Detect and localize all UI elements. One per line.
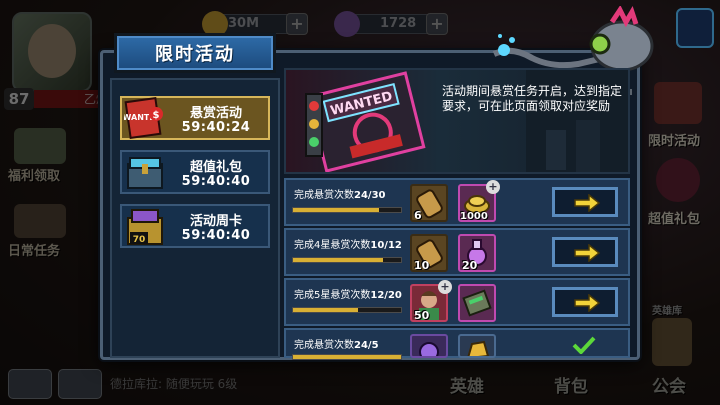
- reward-slot[interactable]: [458, 284, 496, 322]
- task-progress-bar: [292, 257, 402, 263]
- gold-ore-icon: [467, 340, 490, 356]
- task-progress-bar: [292, 307, 402, 313]
- task-row: 完成5星悬赏次数12/20 50 +: [284, 278, 630, 326]
- tab-value-pack[interactable]: 超值礼包 59:40:40: [120, 150, 270, 194]
- event-description: 活动期间悬赏任务开启，达到指定要求，可在此页面领取对应奖励: [442, 84, 623, 113]
- modal-title: 限时活动: [155, 44, 235, 65]
- arrow-right-icon: [574, 194, 601, 212]
- modal-title-tab: 限时活动: [114, 33, 276, 73]
- reward-slot[interactable]: 10: [410, 234, 448, 272]
- go-button[interactable]: [552, 287, 618, 317]
- completed-check-icon: [572, 336, 596, 354]
- reward-slot[interactable]: 20: [458, 234, 496, 272]
- tab-weekly-card[interactable]: 70 活动周卡 59:40:40: [120, 204, 270, 248]
- go-button[interactable]: [552, 187, 618, 217]
- tab-bounty-event[interactable]: WANTED $ 悬赏活动 59:40:24: [120, 96, 270, 140]
- gift-chest-icon: [127, 157, 163, 189]
- tab-weekly-card-name: 活动周卡: [189, 214, 242, 229]
- task-progress-fill: [293, 355, 401, 359]
- task-progress-bar: [292, 354, 402, 360]
- tab-value-pack-timer: 59:40:40: [181, 174, 251, 189]
- reward-slot[interactable]: 1000 +: [458, 180, 500, 222]
- wanted-poster-icon: WANTED $: [124, 96, 163, 140]
- svg-text:70: 70: [133, 235, 146, 245]
- tab-bounty-timer: 59:40:24: [181, 120, 251, 135]
- supply-crate-icon: [462, 289, 492, 317]
- task-progress-bar: [292, 207, 402, 213]
- tab-bounty-name: 悬赏活动: [189, 106, 242, 121]
- task-progress-fill: [293, 208, 380, 212]
- reward-slot[interactable]: [410, 334, 448, 358]
- task-title: 完成4星悬赏次数10/12: [294, 240, 402, 251]
- svg-text:$: $: [153, 110, 160, 121]
- reward-slot[interactable]: 50 +: [410, 280, 452, 322]
- task-row: 完成4星悬赏次数10/12 10 20: [284, 228, 630, 276]
- tab-weekly-card-timer: 59:40:40: [181, 228, 251, 243]
- task-title: 完成悬赏次数24/5: [294, 340, 379, 351]
- arrow-right-icon: [574, 294, 601, 312]
- reward-slot[interactable]: [458, 334, 496, 358]
- weekly-card-chest-icon: 70: [127, 209, 163, 245]
- tab-value-pack-name: 超值礼包: [189, 160, 242, 175]
- task-progress-fill: [293, 258, 383, 262]
- arrow-right-icon: [574, 244, 601, 262]
- task-title: 完成5星悬赏次数12/20: [294, 290, 402, 301]
- reward-slot[interactable]: 6: [410, 184, 448, 222]
- go-button[interactable]: [552, 237, 618, 267]
- info-plus-icon[interactable]: +: [438, 280, 452, 294]
- task-row: 完成悬赏次数24/30 6 1000 +: [284, 178, 630, 226]
- task-progress-fill: [293, 308, 358, 312]
- task-title: 完成悬赏次数24/30: [294, 190, 386, 201]
- info-plus-icon[interactable]: +: [486, 180, 500, 194]
- task-row: 完成悬赏次数24/5: [284, 328, 630, 360]
- purple-gem-icon: [419, 342, 439, 356]
